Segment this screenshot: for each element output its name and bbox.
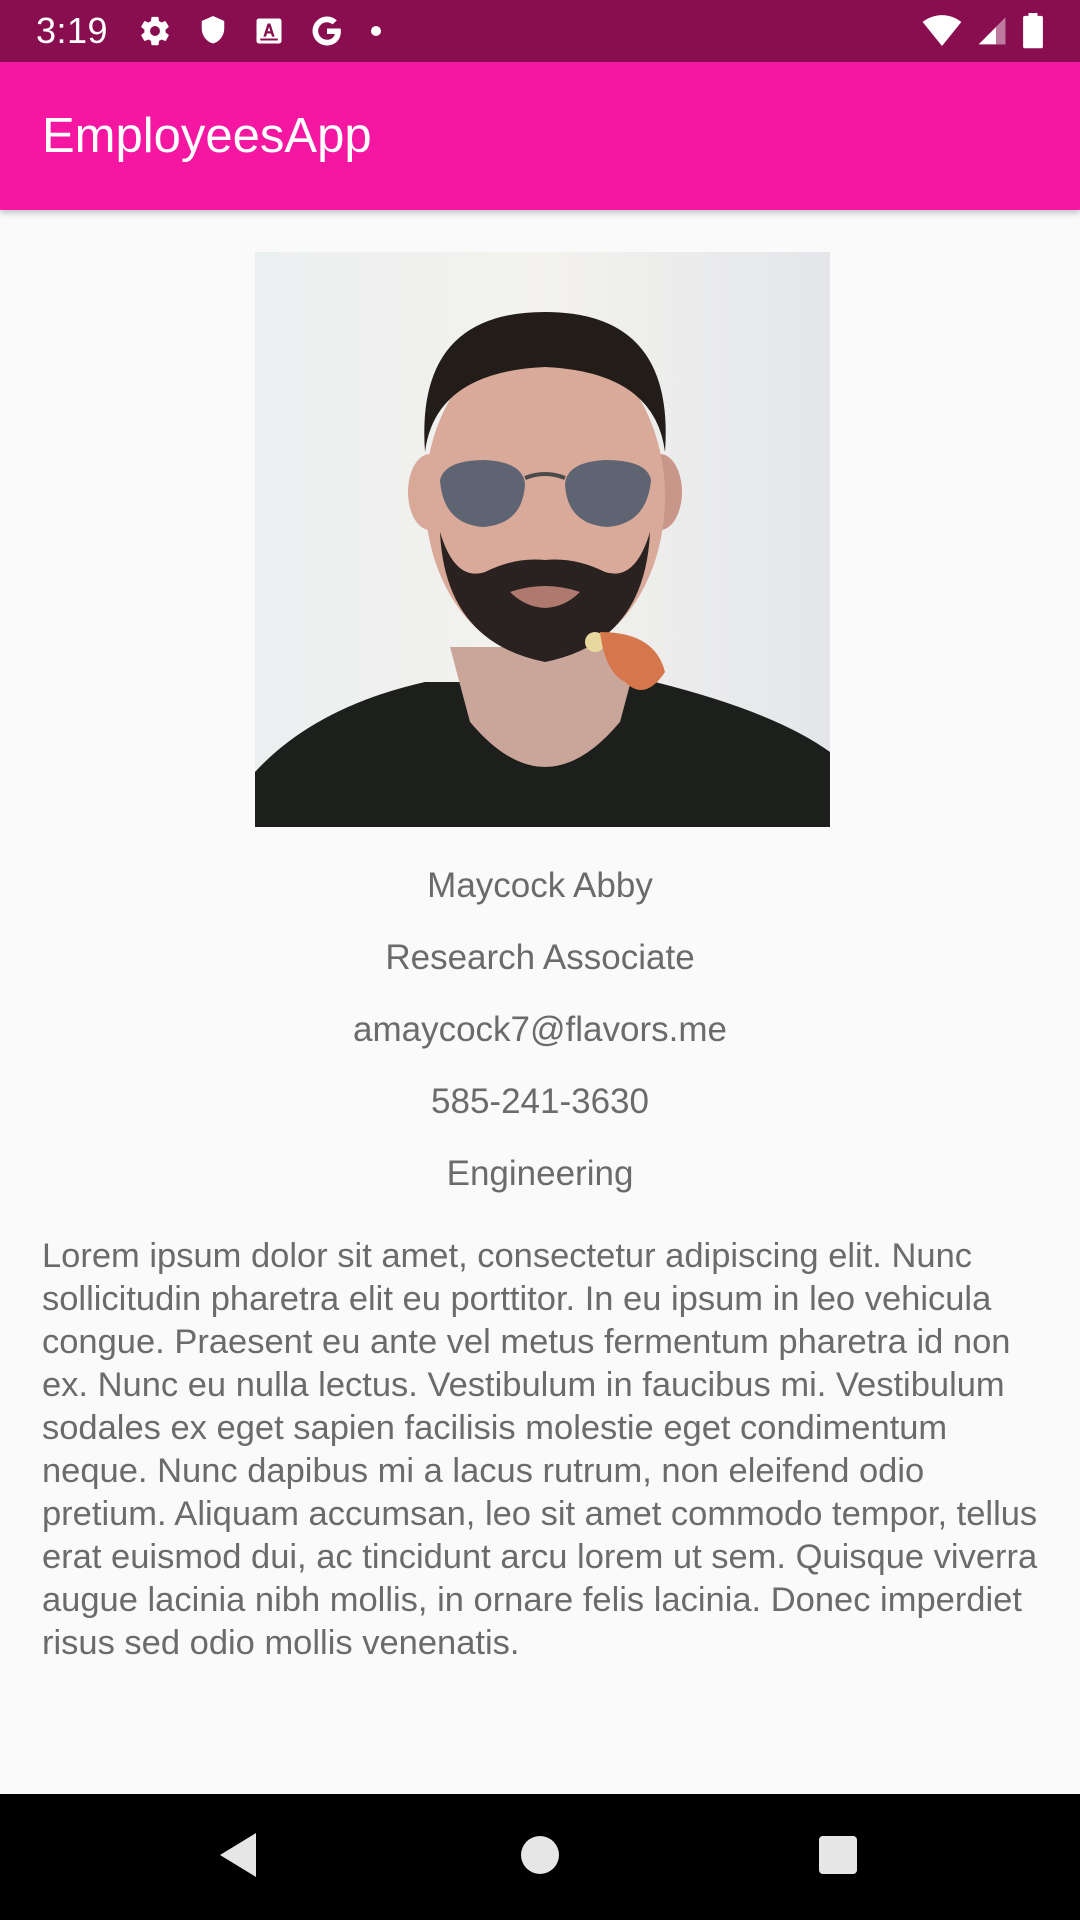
font-icon: [254, 16, 284, 46]
employee-phone: 585-241-3630: [431, 1082, 649, 1121]
dot-icon: [370, 25, 382, 37]
employee-name: Maycock Abby: [427, 866, 653, 905]
status-bar: 3:19: [0, 0, 1080, 62]
employee-title: Research Associate: [385, 938, 695, 977]
app-title: EmployeesApp: [42, 109, 372, 163]
status-time: 3:19: [36, 10, 109, 51]
status-notification-icons: [138, 11, 382, 51]
employee-email: amaycock7@flavors.me: [353, 1010, 727, 1049]
wifi-icon: [922, 15, 962, 47]
navigation-bar: [0, 1794, 1080, 1920]
recents-icon: [818, 1835, 858, 1880]
employee-department: Engineering: [446, 1154, 634, 1193]
status-system-icons: [922, 11, 1044, 51]
recents-button[interactable]: [805, 1824, 871, 1890]
employee-photo: [255, 252, 830, 827]
shield-icon: [198, 14, 228, 48]
app-bar: EmployeesApp: [0, 62, 1080, 210]
home-button[interactable]: [507, 1824, 573, 1890]
signal-icon: [976, 15, 1008, 47]
back-icon: [216, 1831, 260, 1884]
google-icon: [310, 14, 344, 48]
employee-bio: Lorem ipsum dolor sit amet, consectetur …: [42, 1237, 1038, 1662]
battery-icon: [1022, 13, 1044, 49]
back-button[interactable]: [205, 1824, 271, 1890]
home-icon: [520, 1835, 560, 1880]
gear-icon: [138, 14, 172, 48]
